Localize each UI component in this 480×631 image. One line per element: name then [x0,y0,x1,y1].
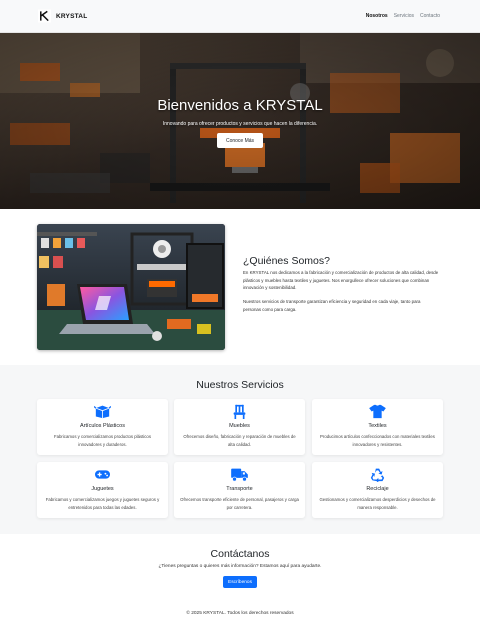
service-description: Fabricamos y comercializamos juegos y ju… [45,497,160,510]
service-description: Ofrecemos transporte eficiente de person… [180,497,299,510]
recycle-icon [370,468,385,482]
service-card-textiles: Textiles Producimos artículos confeccion… [312,399,443,455]
hero-section: Bienvenidos a KRYSTAL Innovando para ofr… [0,33,480,209]
services-section: Nuestros Servicios Artículos Plásticos F… [0,365,480,534]
footer-text: © 2025 KRYSTAL. Todos los derechos reser… [186,611,294,616]
about-paragraph-1: En KRYSTAL nos dedicamos a la fabricació… [243,270,439,291]
service-title: Juguetes [91,486,114,492]
brand[interactable]: KRYSTAL [38,9,87,23]
service-description: Gestionamos y comercializamos desperdici… [319,497,436,510]
truck-icon [231,468,248,482]
service-title: Transporte [226,486,253,492]
service-title: Muebles [229,423,250,429]
workshop-illustration [37,224,225,350]
hero-title: Bienvenidos a KRYSTAL [157,97,323,114]
service-title: Reciclaje [366,486,389,492]
chair-icon [233,404,246,419]
nav-link-servicios[interactable]: Servicios [394,13,414,19]
brand-name: KRYSTAL [56,12,88,20]
nav-link-contacto[interactable]: Contacto [420,13,440,19]
service-description: Producimos artículos confeccionados con … [320,434,435,447]
service-description: Fabricamos y comercializamos productos p… [54,434,151,447]
krystal-logo-icon [38,9,51,23]
service-title: Artículos Plásticos [80,423,125,429]
contact-button[interactable]: Escríbenos [223,576,257,588]
nav-link-nosotros[interactable]: Nosotros [366,13,388,19]
service-description: Ofrecemos diseño, fabricación y reparaci… [183,434,296,447]
gamepad-icon [95,470,110,479]
service-card-juguetes: Juguetes Fabricamos y comercializamos ju… [37,462,168,518]
about-paragraph-2: Nuestros servicios de transporte garanti… [243,299,421,312]
service-card-transporte: Transporte Ofrecemos transporte eficient… [174,462,305,518]
box-open-icon [94,405,111,419]
hero-button[interactable]: Conoce Más [217,133,263,148]
contact-text: ¿Tienes preguntas o quieres más informac… [158,564,322,569]
contact-title: Contáctanos [210,548,270,560]
service-title: Textiles [368,423,387,429]
services-title: Nuestros Servicios [196,379,284,391]
about-image [37,224,225,350]
service-card-muebles: Muebles Ofrecemos diseño, fabricación y … [174,399,305,455]
hero-subtitle: Innovando para ofrecer productos y servi… [162,121,318,127]
navbar: KRYSTAL Nosotros Servicios Contacto [0,0,480,33]
service-card-reciclaje: Reciclaje Gestionamos y comercializamos … [312,462,443,518]
tshirt-icon [369,404,386,419]
nav-links: Nosotros Servicios Contacto [366,13,440,19]
service-card-plasticos: Artículos Plásticos Fabricamos y comerci… [37,399,168,455]
about-title: ¿Quiénes Somos? [243,255,330,267]
